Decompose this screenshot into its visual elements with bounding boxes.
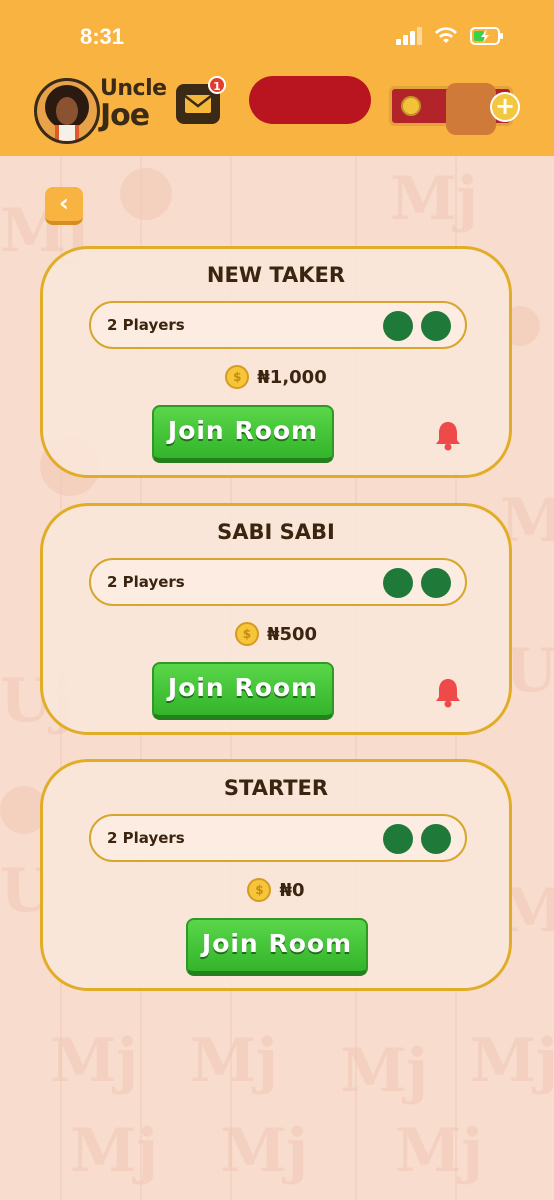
battery-charging-icon [470, 27, 503, 45]
profile-avatar[interactable] [34, 78, 100, 144]
chevron-left-icon: ‹ [59, 189, 69, 217]
join-room-button[interactable]: Join Room [152, 405, 334, 463]
player-slot-icon [383, 568, 413, 598]
join-room-button[interactable]: Join Room [152, 662, 334, 720]
back-button[interactable]: ‹ [45, 187, 83, 225]
player-slot-icon [383, 824, 413, 854]
coin-icon: $ [247, 878, 272, 902]
room-title: NEW TAKER [206, 263, 346, 287]
players-label: 2 Players [107, 829, 185, 847]
player-slot-icon [383, 311, 413, 341]
redacted-coin-amount [446, 83, 496, 135]
status-bar: 8:31 [0, 0, 554, 74]
room-title: STARTER [223, 776, 329, 800]
uncle-joe-logo: Uncle Joe [100, 76, 170, 136]
wifi-icon [435, 27, 457, 43]
players-label: 2 Players [107, 316, 185, 334]
coin-icon: $ [234, 622, 259, 646]
entry-fee-row: $ ₦1,000 [43, 365, 509, 389]
bell-icon[interactable] [433, 419, 463, 451]
player-slot-icon [421, 824, 451, 854]
entry-fee: ₦0 [279, 879, 305, 901]
add-coins-button[interactable]: + [490, 92, 520, 122]
room-card-new-taker: NEW TAKER 2 Players $ ₦1,000 Join Room [40, 246, 512, 478]
logo-line2: Joe [100, 98, 150, 133]
player-slot-icon [421, 311, 451, 341]
top-header: Uncle Joe 1 + [0, 74, 554, 156]
mail-button[interactable]: 1 [176, 76, 226, 124]
join-room-button[interactable]: Join Room [186, 918, 368, 976]
players-label: 2 Players [107, 573, 185, 591]
entry-fee-row: $ ₦0 [43, 878, 509, 902]
players-row: 2 Players [89, 814, 467, 862]
redacted-balance [249, 76, 371, 124]
entry-fee-row: $ ₦500 [43, 622, 509, 646]
room-title: SABI SABI [217, 520, 335, 544]
avatar-icon [37, 81, 97, 141]
entry-fee: ₦500 [266, 623, 318, 645]
plus-icon: + [494, 92, 516, 120]
bell-icon[interactable] [433, 676, 463, 708]
entry-fee: ₦1,000 [257, 366, 327, 388]
mail-badge: 1 [208, 76, 226, 94]
room-card-starter: STARTER 2 Players $ ₦0 Join Room [40, 759, 512, 991]
cellular-signal-icon [396, 27, 422, 45]
players-row: 2 Players [89, 301, 467, 349]
players-row: 2 Players [89, 558, 467, 606]
status-time: 8:31 [80, 24, 125, 49]
player-slot-icon [421, 568, 451, 598]
room-card-sabi-sabi: SABI SABI 2 Players $ ₦500 Join Room [40, 503, 512, 735]
coin-icon: $ [225, 365, 250, 389]
coin-icon [401, 96, 421, 116]
